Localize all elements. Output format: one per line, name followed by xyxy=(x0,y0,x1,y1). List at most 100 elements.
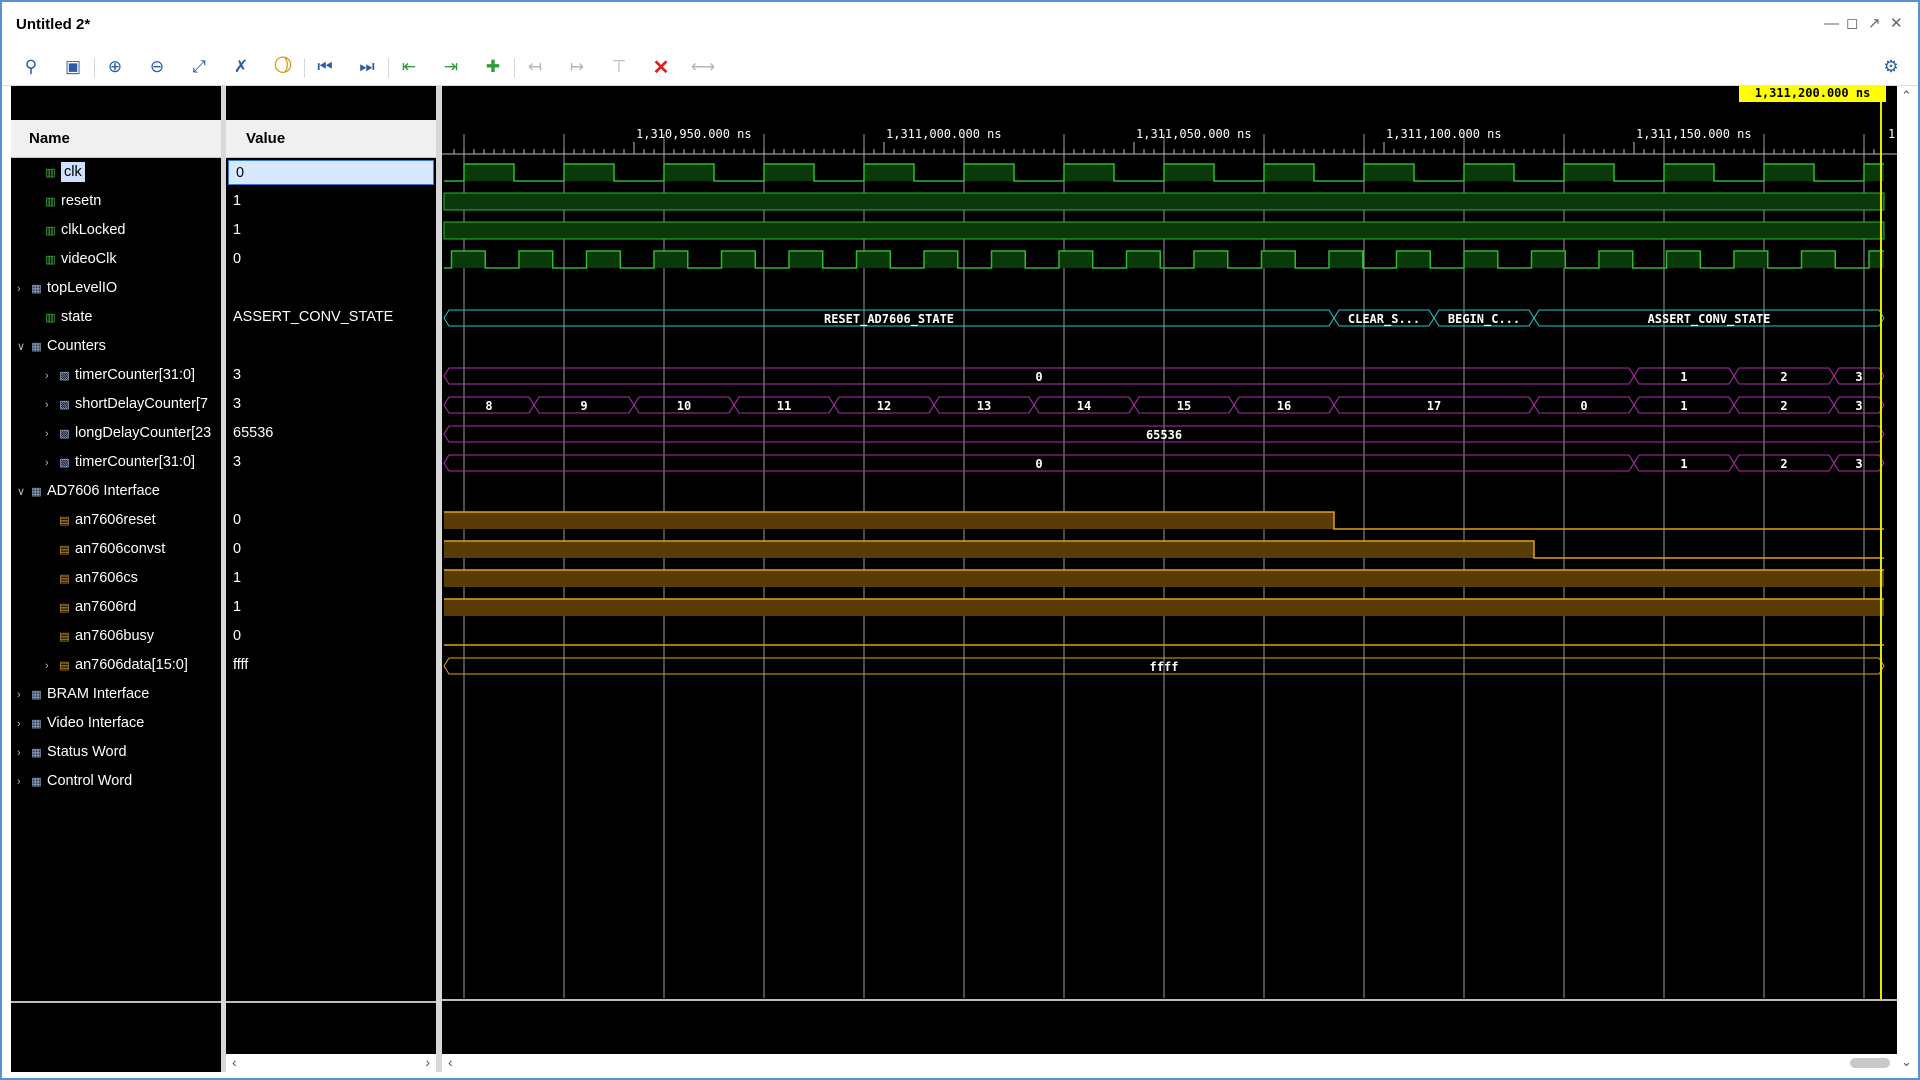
signal-row[interactable]: › ▧ longDelayCounter[23 xyxy=(11,419,221,448)
signal-row[interactable]: ▤ an7606reset xyxy=(11,506,221,535)
chevron-right-icon[interactable]: › xyxy=(17,710,29,738)
zoom-out-button[interactable]: ⊖ xyxy=(144,54,170,80)
bus-icon: ▤ xyxy=(59,602,70,614)
chevron-right-icon[interactable]: › xyxy=(45,652,57,680)
signal-row[interactable]: › ▦ topLevelIO xyxy=(11,274,221,303)
signal-name: videoClk xyxy=(61,251,117,267)
signal-value: 65536 xyxy=(233,425,274,441)
vertical-scrollbar[interactable]: ⌃ ⌄ xyxy=(1897,86,1916,1072)
signal-row[interactable]: ▥ clk xyxy=(11,158,221,187)
save-button[interactable]: ▣ xyxy=(60,54,86,80)
chevron-right-icon[interactable]: › xyxy=(17,275,29,303)
signal-name: BRAM Interface xyxy=(47,686,150,702)
clock-high-fill xyxy=(1126,251,1161,268)
signal-name: an7606cs xyxy=(75,570,138,586)
scroll-up-icon[interactable]: ⌃ xyxy=(1901,88,1912,104)
signal-row[interactable]: ▥ state xyxy=(11,303,221,332)
zoom-in-icon: ⊕ xyxy=(107,57,123,76)
signal-value xyxy=(226,477,436,506)
signal-name: longDelayCounter[23 xyxy=(75,425,212,441)
close-icon[interactable]: ✕ xyxy=(1890,16,1903,32)
chevron-right-icon[interactable]: › xyxy=(17,681,29,709)
signal-row[interactable]: ▤ an7606rd xyxy=(11,593,221,622)
clock-high-fill xyxy=(1164,164,1214,181)
search-button[interactable]: ⚲ xyxy=(18,54,44,80)
signal-row[interactable]: › ▦ Control Word xyxy=(11,767,221,796)
signal-row[interactable]: ▤ an7606busy xyxy=(11,622,221,651)
signal-row[interactable]: ▥ clkLocked xyxy=(11,216,221,245)
title-bar: Untitled 2* — ◻ ↗ ✕ xyxy=(2,2,1918,48)
signal-row[interactable]: › ▤ an7606data[15:0] xyxy=(11,651,221,680)
signal-row[interactable]: ∨ ▦ AD7606 Interface xyxy=(11,477,221,506)
chevron-right-icon[interactable]: › xyxy=(45,420,57,448)
scroll-down-icon[interactable]: ⌄ xyxy=(1901,1054,1912,1070)
signal-name: clk xyxy=(61,162,85,182)
waveform-canvas[interactable]: 1,310,950.000 ns 1,311,000.000 ns 1,311,05… xyxy=(442,86,1897,1054)
name-column-header[interactable]: Name xyxy=(11,120,221,158)
group-icon: ▦ xyxy=(31,747,42,759)
add-marker-button[interactable]: ✚ xyxy=(480,54,506,80)
chevron-right-icon[interactable]: › xyxy=(17,739,29,767)
signal-value: 0 xyxy=(233,628,242,644)
bus-value-label: 15 xyxy=(1177,399,1191,413)
scroll-right-icon[interactable]: › xyxy=(425,1054,430,1070)
signal-row[interactable]: ▥ resetn xyxy=(11,187,221,216)
bus-value-label: 13 xyxy=(977,399,991,413)
go-to-start-button[interactable]: ⏮ xyxy=(312,54,338,80)
chevron-right-icon[interactable]: › xyxy=(17,768,29,796)
go-to-end-icon: ⏭ xyxy=(359,57,375,76)
signal-name: AD7606 Interface xyxy=(47,483,160,499)
signal-value: 0 xyxy=(233,541,242,557)
restore-icon[interactable]: ↗ xyxy=(1868,16,1881,32)
signal-row[interactable]: › ▧ shortDelayCounter[7 xyxy=(11,390,221,419)
delete-marker-button[interactable]: ⊤ xyxy=(606,54,632,80)
snap-cursor-button[interactable]: ⯖ xyxy=(270,54,296,80)
signal-row[interactable]: ∨ ▦ Counters xyxy=(11,332,221,361)
clock-high-fill xyxy=(1064,164,1114,181)
signal-row[interactable]: ▥ videoClk xyxy=(11,245,221,274)
signal-row[interactable]: › ▧ timerCounter[31:0] xyxy=(11,361,221,390)
value-horizontal-scrollbar[interactable]: ‹ › xyxy=(226,1054,436,1072)
bus-icon: ▤ xyxy=(59,544,70,556)
signal-value: 3 xyxy=(233,367,242,383)
waveform-toolbar: ⚲ ▣ ⊕ ⊖ ⤢ ✗ ⯖ ⏮ ⏭ ⇤ ⇥ ✚ ↤ ↦ ⊤ ✕ ⟷ ⚙ xyxy=(2,48,1918,86)
signal-row[interactable]: ▤ an7606cs xyxy=(11,564,221,593)
maximize-icon[interactable]: ◻ xyxy=(1846,16,1858,32)
chevron-down-icon[interactable]: ∨ xyxy=(17,478,29,506)
fit-range-button[interactable]: ⟷ xyxy=(690,54,716,80)
bus-value-label: 1 xyxy=(1680,457,1687,471)
signal-row[interactable]: › ▧ timerCounter[31:0] xyxy=(11,448,221,477)
chevron-right-icon[interactable]: › xyxy=(45,391,57,419)
scrollbar-thumb[interactable] xyxy=(1850,1058,1890,1068)
next-transition-button[interactable]: ⇥ xyxy=(438,54,464,80)
signal-row[interactable]: › ▦ Status Word xyxy=(11,738,221,767)
signal-row[interactable]: ▤ an7606convst xyxy=(11,535,221,564)
minimize-icon[interactable]: — xyxy=(1824,16,1839,32)
clock-high-fill xyxy=(464,164,514,181)
signal-row[interactable]: › ▦ Video Interface xyxy=(11,709,221,738)
chevron-right-icon[interactable]: › xyxy=(45,362,57,390)
next-marker-button[interactable]: ↦ xyxy=(564,54,590,80)
delete-all-markers-button[interactable]: ✕ xyxy=(648,54,674,80)
wave-horizontal-scrollbar[interactable]: ‹ xyxy=(442,1054,1897,1072)
settings-button[interactable]: ⚙ xyxy=(1878,54,1904,80)
chevron-down-icon[interactable]: ∨ xyxy=(17,333,29,361)
clock-high-fill xyxy=(1261,251,1296,268)
chevron-right-icon[interactable]: › xyxy=(45,449,57,477)
bus-value-label: ASSERT_CONV_STATE xyxy=(1648,312,1771,327)
swap-cursor-button[interactable]: ✗ xyxy=(228,54,254,80)
snap-cursor-icon: ⯖ xyxy=(273,55,293,75)
zoom-fit-button[interactable]: ⤢ xyxy=(186,54,212,80)
clock-high-fill xyxy=(856,251,891,268)
signal-row[interactable]: › ▦ BRAM Interface xyxy=(11,680,221,709)
signal-value xyxy=(226,680,436,709)
zoom-in-button[interactable]: ⊕ xyxy=(102,54,128,80)
scroll-left-icon[interactable]: ‹ xyxy=(448,1054,453,1070)
previous-transition-button[interactable]: ⇤ xyxy=(396,54,422,80)
value-column-header[interactable]: Value xyxy=(226,120,436,158)
go-to-end-button[interactable]: ⏭ xyxy=(354,54,380,80)
previous-marker-button[interactable]: ↤ xyxy=(522,54,548,80)
bus-value-label: 11 xyxy=(777,399,791,413)
scroll-left-icon[interactable]: ‹ xyxy=(232,1054,237,1070)
signal-icon: ▥ xyxy=(45,225,56,237)
